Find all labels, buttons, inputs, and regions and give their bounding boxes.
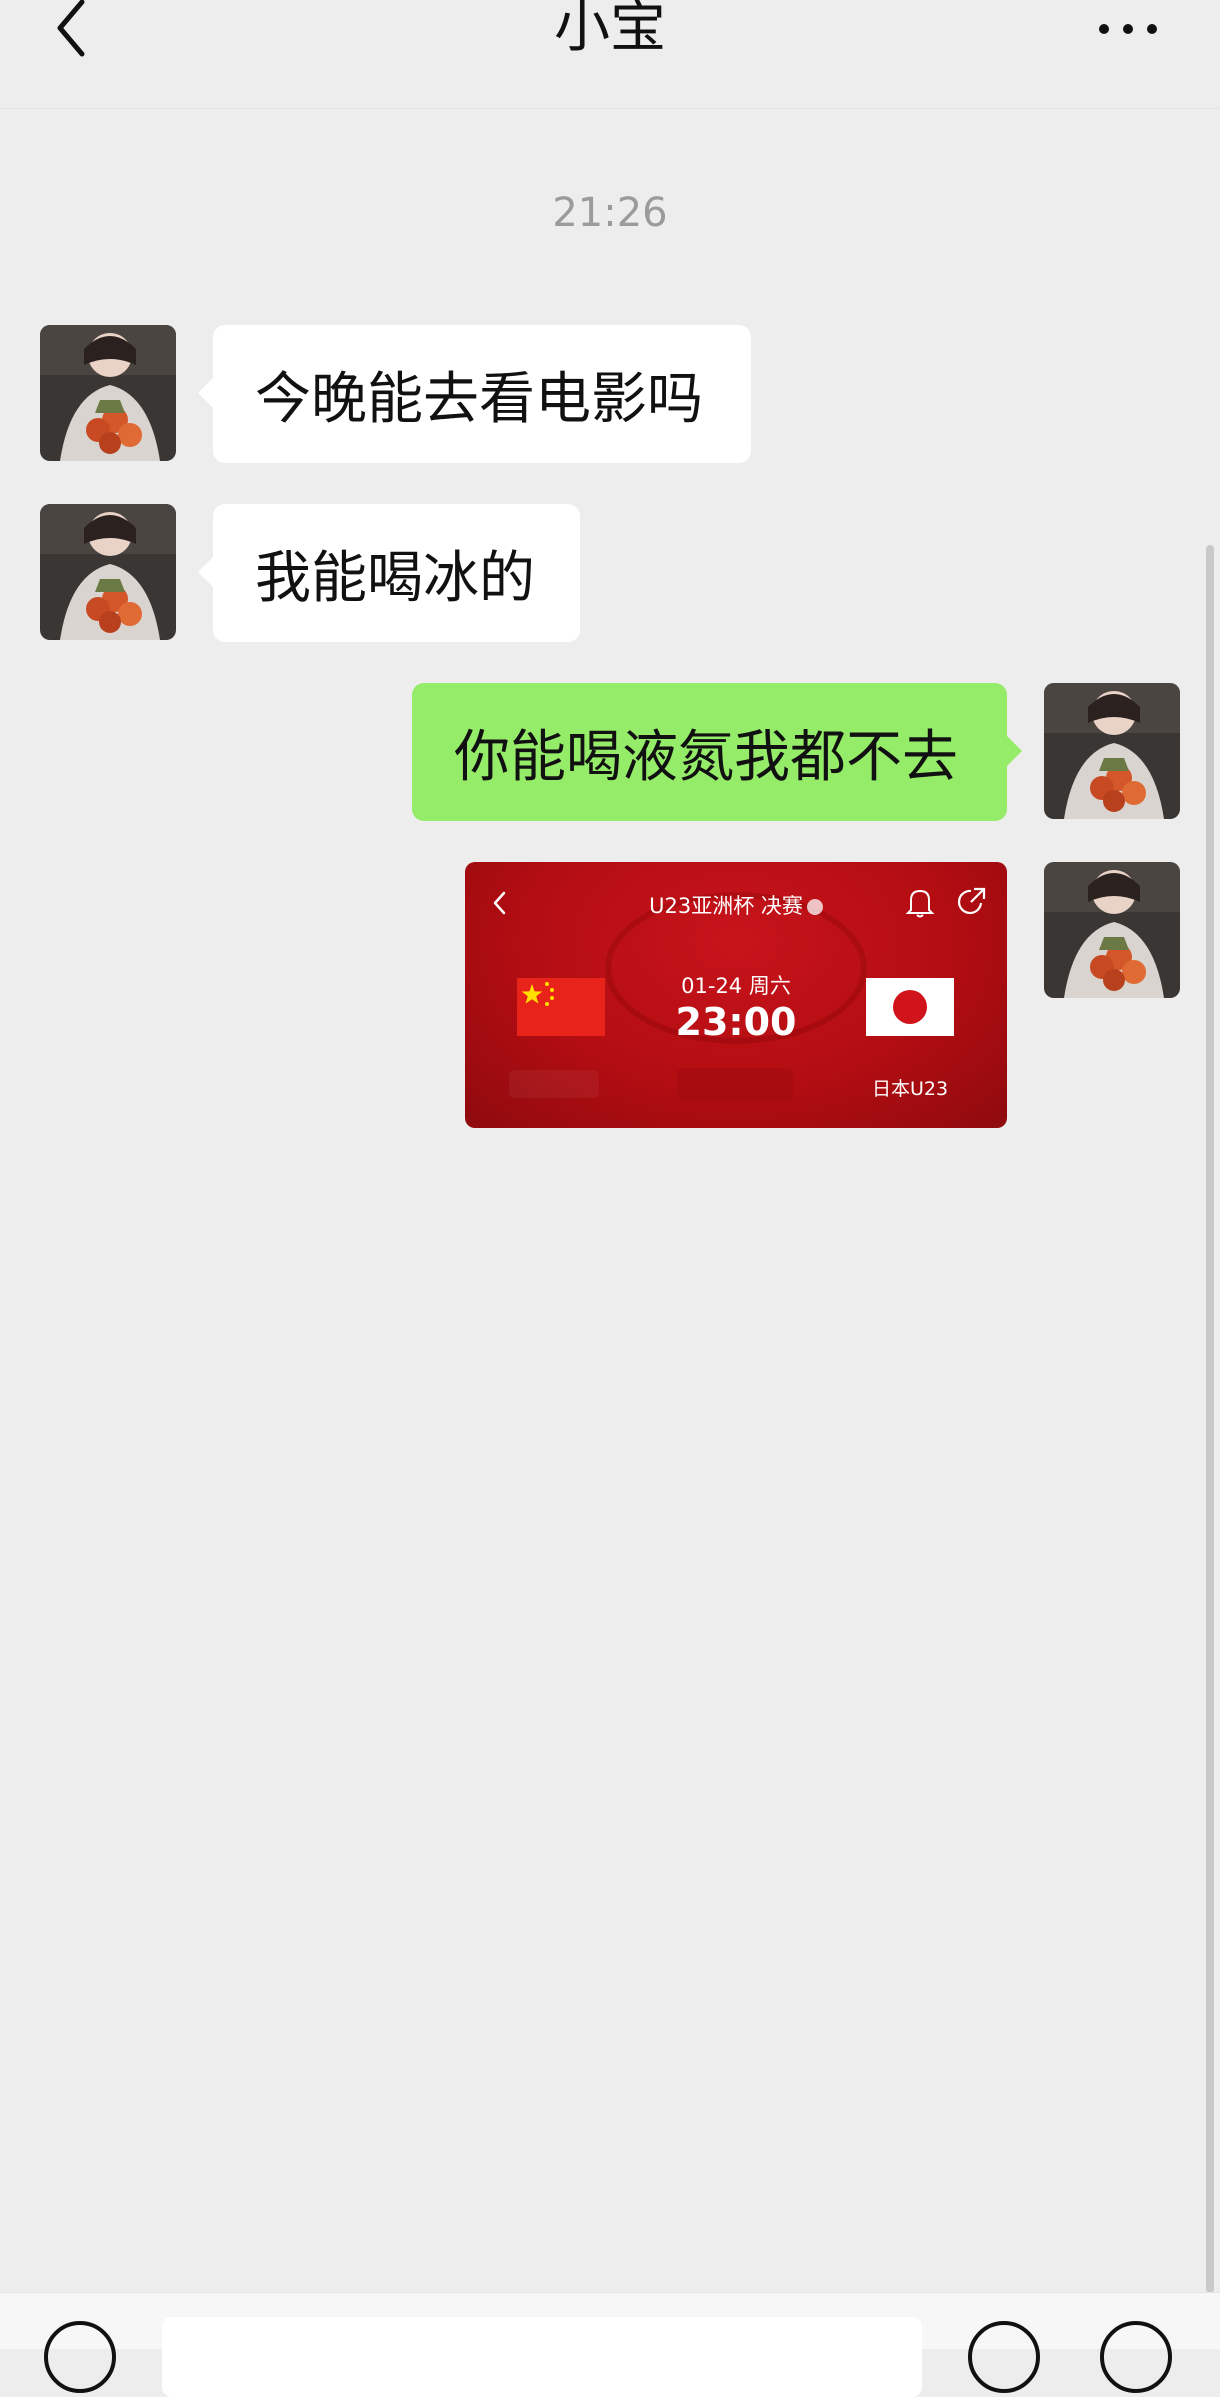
message-text: 你能喝液氮我都不去 (454, 724, 958, 790)
more-dots-icon (1099, 24, 1157, 34)
chat-scrollbar[interactable] (1206, 545, 1214, 2293)
contact-avatar[interactable] (40, 325, 176, 461)
emoji-icon[interactable] (968, 2321, 1040, 2393)
message-text: 今晚能去看电影吗 (255, 366, 703, 432)
top-nav-bar: 小宝 (0, 0, 1220, 109)
my-avatar[interactable] (1044, 862, 1180, 998)
avatar-photo (1044, 683, 1180, 819)
chat-title: 小宝 (554, 0, 666, 60)
team-home-label (509, 1070, 599, 1098)
my-avatar[interactable] (1044, 683, 1180, 819)
voice-icon[interactable] (44, 2321, 116, 2393)
arrow-circle-icon (806, 899, 823, 915)
outgoing-message-bubble[interactable]: 你能喝液氮我都不去 (412, 683, 1022, 821)
message-timestamp: 21:26 (552, 190, 668, 236)
team-away-label: 日本U23 (871, 1078, 949, 1100)
message-text: 我能喝冰的 (255, 545, 535, 611)
avatar-photo (40, 325, 176, 461)
more-button[interactable] (1098, 14, 1158, 44)
match-screenshot-image[interactable]: U23亚洲杯 决赛 01-24 周六 23:00 日本U23 (465, 862, 1007, 1128)
card-action-button (677, 1068, 793, 1100)
contact-avatar[interactable] (40, 504, 176, 640)
avatar-photo (1044, 862, 1180, 998)
match-title: U23亚洲杯 决赛 (649, 894, 803, 918)
japan-flag-icon (866, 978, 954, 1036)
incoming-message-bubble[interactable]: 我能喝冰的 (198, 504, 580, 642)
plus-icon[interactable] (1100, 2321, 1172, 2393)
input-bar (0, 2292, 1220, 2397)
message-input[interactable] (162, 2317, 922, 2397)
avatar-photo (40, 504, 176, 640)
bell-icon (905, 889, 935, 918)
incoming-message-bubble[interactable]: 今晚能去看电影吗 (198, 325, 751, 463)
share-icon (957, 887, 986, 915)
